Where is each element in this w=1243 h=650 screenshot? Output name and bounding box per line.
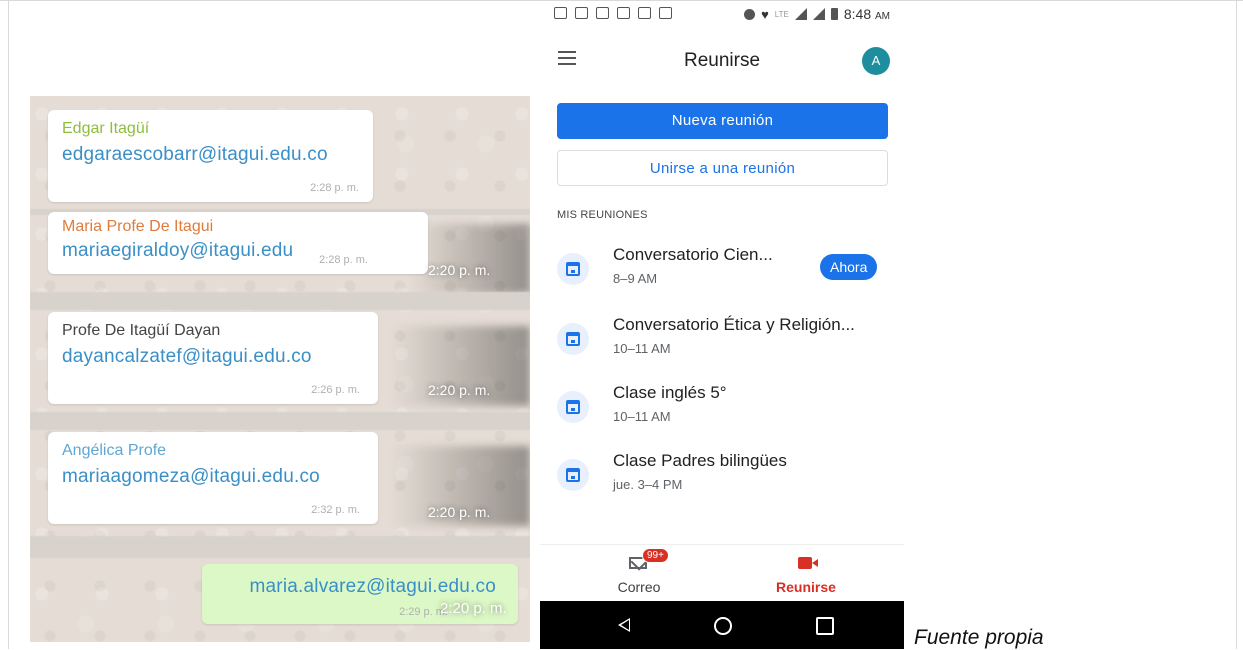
meeting-time: 10–11 AM [613,341,671,356]
notification-icons [554,7,672,19]
notification-icon [596,7,609,19]
frame-left-border [8,0,9,649]
message-email[interactable]: maria.alvarez@itagui.edu.co [216,576,506,598]
video-icon [659,7,672,19]
chat-message: Angélica Profe mariaagomeza@itagui.edu.c… [48,432,378,524]
new-meeting-button[interactable]: Nueva reunión [557,103,888,139]
battery-icon [830,8,838,20]
figure-caption: Fuente propia [914,626,1044,649]
meeting-title: Clase inglés 5° [613,383,727,402]
frame-right-border [1236,0,1237,649]
bubble-shadow [410,224,530,294]
status-time: 8:48 AM [843,6,890,22]
join-meeting-button[interactable]: Unirse a una reunión [557,150,888,186]
unread-count-badge: 99+ [642,548,669,563]
now-badge[interactable]: Ahora [820,254,878,280]
chat-screenshot: Edgar Itagüí edgaraescobarr@itagui.edu.c… [30,96,530,642]
nav-item-meet[interactable]: Reunirse [736,545,876,601]
app-bar: Reunirse A [540,39,904,83]
chat-divider [30,292,530,310]
recent-apps-icon[interactable] [816,617,834,635]
meeting-title: Clase Padres bilingües [613,451,787,470]
page-title: Reunirse [683,50,761,71]
chat-divider [30,412,530,430]
chat-divider [30,536,530,558]
message-time-shadow: 2:20 p. m. [428,504,491,520]
message-time: 2:28 p. m. [310,182,359,194]
meeting-time: 8–9 AM [613,271,658,286]
chat-message: Profe De Itagüí Dayan dayancalzatef@itag… [48,312,378,404]
avatar[interactable]: A [862,47,890,75]
calendar-icon [557,459,589,491]
notification-icon [554,7,567,19]
nav-label: Reunirse [776,579,836,595]
mail-icon [638,7,651,19]
meeting-item[interactable]: Clase Padres bilingües jue. 3–4 PM [540,447,904,507]
system-navigation-bar [540,601,904,649]
message-time-shadow: 2:20 p. m. [428,262,491,278]
message-time: 2:28 p. m. [319,254,368,266]
calendar-icon [557,253,589,285]
video-camera-icon [798,557,818,569]
message-time: 2:32 p. m. [311,504,360,516]
message-email[interactable]: mariaagomeza@itagui.edu.co [62,466,366,488]
section-heading: MIS REUNIONES [557,209,648,221]
chat-message: Maria Profe De Itagui mariaegiraldoy@ita… [48,212,428,274]
message-time-shadow: 2:20 p. m. [428,382,491,398]
meeting-time: 10–11 AM [613,409,671,424]
message-email[interactable]: dayancalzatef@itagui.edu.co [62,346,366,368]
chat-message: Edgar Itagüí edgaraescobarr@itagui.edu.c… [48,110,373,202]
dnd-icon [744,8,756,20]
meeting-item[interactable]: Clase inglés 5° 10–11 AM [540,379,904,439]
nav-label: Correo [617,579,661,595]
meeting-title: Conversatorio Ética y Religión... [613,315,855,334]
phone-screenshot: ♥ LTE 8:48 AM Reunirse A Nueva reunión U… [540,1,904,649]
home-icon[interactable] [714,617,732,635]
signal-icon [812,8,825,20]
signal-icon [794,8,807,20]
status-bar: ♥ LTE 8:48 AM [540,1,904,27]
message-time: 2:26 p. m. [311,384,360,396]
nav-item-mail[interactable]: 99+ Correo [569,545,709,601]
wifi-icon: ♥ [761,6,769,22]
meeting-time: jue. 3–4 PM [613,477,683,492]
calendar-icon [557,323,589,355]
message-email[interactable]: edgaraescobarr@itagui.edu.co [62,144,361,166]
mail-icon [617,7,630,19]
message-sender: Angélica Profe [62,442,167,459]
message-time-shadow: 2:20 p. m. [440,600,507,617]
network-type: LTE [774,9,789,19]
meeting-item[interactable]: Conversatorio Cien... 8–9 AM Ahora [540,241,904,301]
back-icon[interactable] [618,618,630,632]
bottom-navigation: 99+ Correo Reunirse [540,544,904,601]
status-indicators: ♥ LTE 8:48 AM [744,6,890,22]
message-sender: Maria Profe De Itagui [62,218,214,235]
calendar-icon [575,7,588,19]
meeting-item[interactable]: Conversatorio Ética y Religión... 10–11 … [540,311,904,371]
meeting-title: Conversatorio Cien... [613,245,773,264]
message-sender: Edgar Itagüí [62,120,150,137]
calendar-icon [557,391,589,423]
message-sender: Profe De Itagüí Dayan [62,322,221,339]
